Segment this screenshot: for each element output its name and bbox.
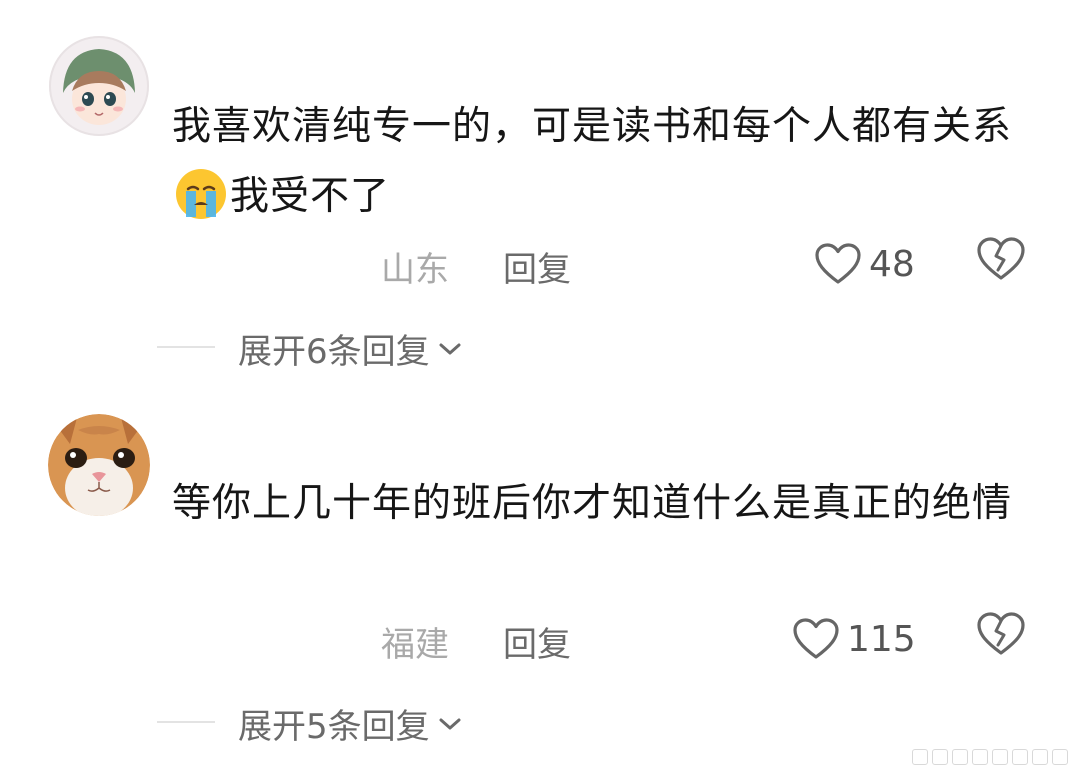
- comment-meta-row: 山东 回复 48: [0, 234, 1080, 294]
- like-count: 115: [847, 618, 916, 660]
- reply-button[interactable]: 回复: [503, 242, 571, 291]
- reply-button[interactable]: 回复: [503, 617, 571, 666]
- chevron-down-icon: [439, 718, 461, 729]
- heart-icon: [793, 618, 839, 659]
- broken-heart-icon: [977, 237, 1025, 280]
- divider: [157, 721, 215, 723]
- comment-text-part: 我受不了: [230, 174, 391, 219]
- chevron-down-icon: [439, 343, 461, 354]
- location-label: 山东: [381, 250, 449, 290]
- like-button[interactable]: 115: [793, 611, 916, 667]
- avatar[interactable]: [48, 35, 150, 137]
- expand-replies-button[interactable]: 展开6条回复: [238, 324, 462, 373]
- comment-text-part: 我喜欢清纯专一的，可是读书和每个人都有关系: [172, 104, 1013, 149]
- expand-replies-row: 展开6条回复: [0, 322, 1080, 372]
- avatar[interactable]: [48, 414, 150, 516]
- comment-meta-row: 福建 回复 115: [0, 609, 1080, 669]
- dislike-button[interactable]: [976, 236, 1026, 286]
- expand-replies-label: 展开5条回复: [238, 707, 430, 747]
- like-count: 48: [869, 243, 915, 285]
- comment-item: 等你上几十年的班后你才知道什么是真正的绝情 福建 回复 115 展开5条回复: [0, 390, 1080, 775]
- watermark: [912, 749, 1068, 765]
- heart-icon: [815, 243, 861, 284]
- divider: [157, 346, 215, 348]
- like-button[interactable]: 48: [815, 236, 915, 292]
- broken-heart-icon: [977, 612, 1025, 655]
- anime-avatar-icon: [49, 36, 149, 136]
- cat-avatar-icon: [48, 414, 150, 516]
- expand-replies-row: 展开5条回复: [0, 697, 1080, 747]
- comment-text: 等你上几十年的班后你才知道什么是真正的绝情: [172, 481, 1013, 526]
- dislike-button[interactable]: [976, 611, 1026, 661]
- expand-replies-label: 展开6条回复: [238, 332, 430, 372]
- crying-face-icon: [176, 169, 226, 219]
- expand-replies-button[interactable]: 展开5条回复: [238, 699, 462, 748]
- comment-item: 我喜欢清纯专一的，可是读书和每个人都有关系 我受不了 山东 回复 48 展开6条…: [0, 0, 1080, 390]
- location-label: 福建: [381, 625, 449, 665]
- comment-text: 我喜欢清纯专一的，可是读书和每个人都有关系 我受不了: [172, 92, 1042, 232]
